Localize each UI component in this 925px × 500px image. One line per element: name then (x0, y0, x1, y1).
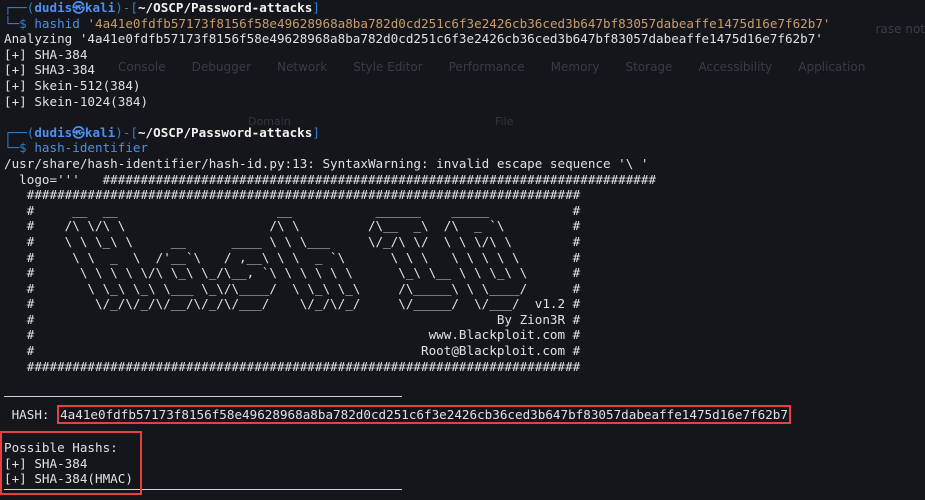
prompt-line-command: └─$ hashid '4a41e0fdfb57173f8156f58e4962… (4, 15, 831, 31)
output-line: Analyzing '4a41e0fdfb57173f8156f58e49628… (4, 31, 823, 47)
hash-value-highlight: 4a41e0fdfb57173f8156f58e49628968a8ba782d… (57, 405, 791, 425)
prompt-line-top: ┌──(dudis㉿kali)-[~/OSCP/Password-attacks… (4, 0, 320, 15)
prompt-cwd: ~/OSCP/Password-attacks (137, 0, 313, 15)
output-line: [+] Skein-1024(384) (4, 93, 149, 109)
banner-line: # \ \ \ \ \/\ \_\ \_/\__, `\ \ \ \ \ \ \… (4, 265, 581, 281)
prompt-cwd: ~/OSCP/Password-attacks (137, 124, 313, 140)
banner-line: # www.Blackploit.com # (4, 327, 581, 343)
prompt-line-top: ┌──(dudis㉿kali)-[~/OSCP/Password-attacks… (4, 124, 320, 140)
command-hashid: hashid (34, 15, 80, 31)
possible-hashes-highlight (0, 431, 142, 495)
output-line: [+] SHA-384 (4, 46, 88, 62)
banner-line: ########################################… (4, 187, 581, 203)
banner-line: # \/_/\/_/\/__/\/_/\/___/ \/_/\/_/ \/___… (4, 296, 581, 312)
prompt-line-command: └─$ hash-identifier (4, 140, 149, 156)
skull-icon: ㉿ (72, 124, 85, 140)
hash-line: HASH: 4a41e0fdfb57173f8156f58e49628968a8… (4, 405, 921, 425)
banner-line: # By Zion3R # (4, 311, 581, 327)
separator-rule (4, 396, 402, 397)
command-hash-identifier: hash-identifier (34, 140, 149, 156)
hash-label: HASH: (4, 407, 58, 423)
prompt-host: kali (84, 124, 116, 140)
banner-line: # /\ \/\ \ /\ \ /\__ _\ /\ _ `\ # (4, 218, 581, 234)
warning-line: /usr/share/hash-identifier/hash-id.py:13… (4, 155, 649, 171)
banner-line: # \ \ \_\ \ __ ____ \ \ \___ \/_/\ \/ \ … (4, 233, 581, 249)
banner-line: # \ \_\ \_\ \___ \_\/\____/ \ \_\ \_\ /\… (4, 280, 581, 296)
skull-icon: ㉿ (72, 0, 85, 15)
output-line: [+] SHA3-384 (4, 62, 95, 78)
prompt-user: dudis (34, 124, 73, 140)
warning-line: logo=''' ###############################… (4, 171, 657, 187)
prompt-user: dudis (34, 0, 73, 15)
terminal-output[interactable]: ┌──(dudis㉿kali)-[~/OSCP/Password-attacks… (4, 0, 921, 487)
banner-line: ########################################… (4, 358, 581, 374)
command-argument: '4a41e0fdfb57173f8156f58e49628968a8ba782… (87, 15, 831, 31)
output-line: [+] Skein-512(384) (4, 77, 141, 93)
banner-line: # \ \ _ \ /'__`\ / ,__\ \ \ _ `\ \ \ \ \… (4, 249, 581, 265)
prompt-host: kali (84, 0, 116, 15)
banner-line: # Root@Blackploit.com # (4, 343, 581, 359)
banner-line: # __ __ __ ______ _____ # (4, 202, 581, 218)
